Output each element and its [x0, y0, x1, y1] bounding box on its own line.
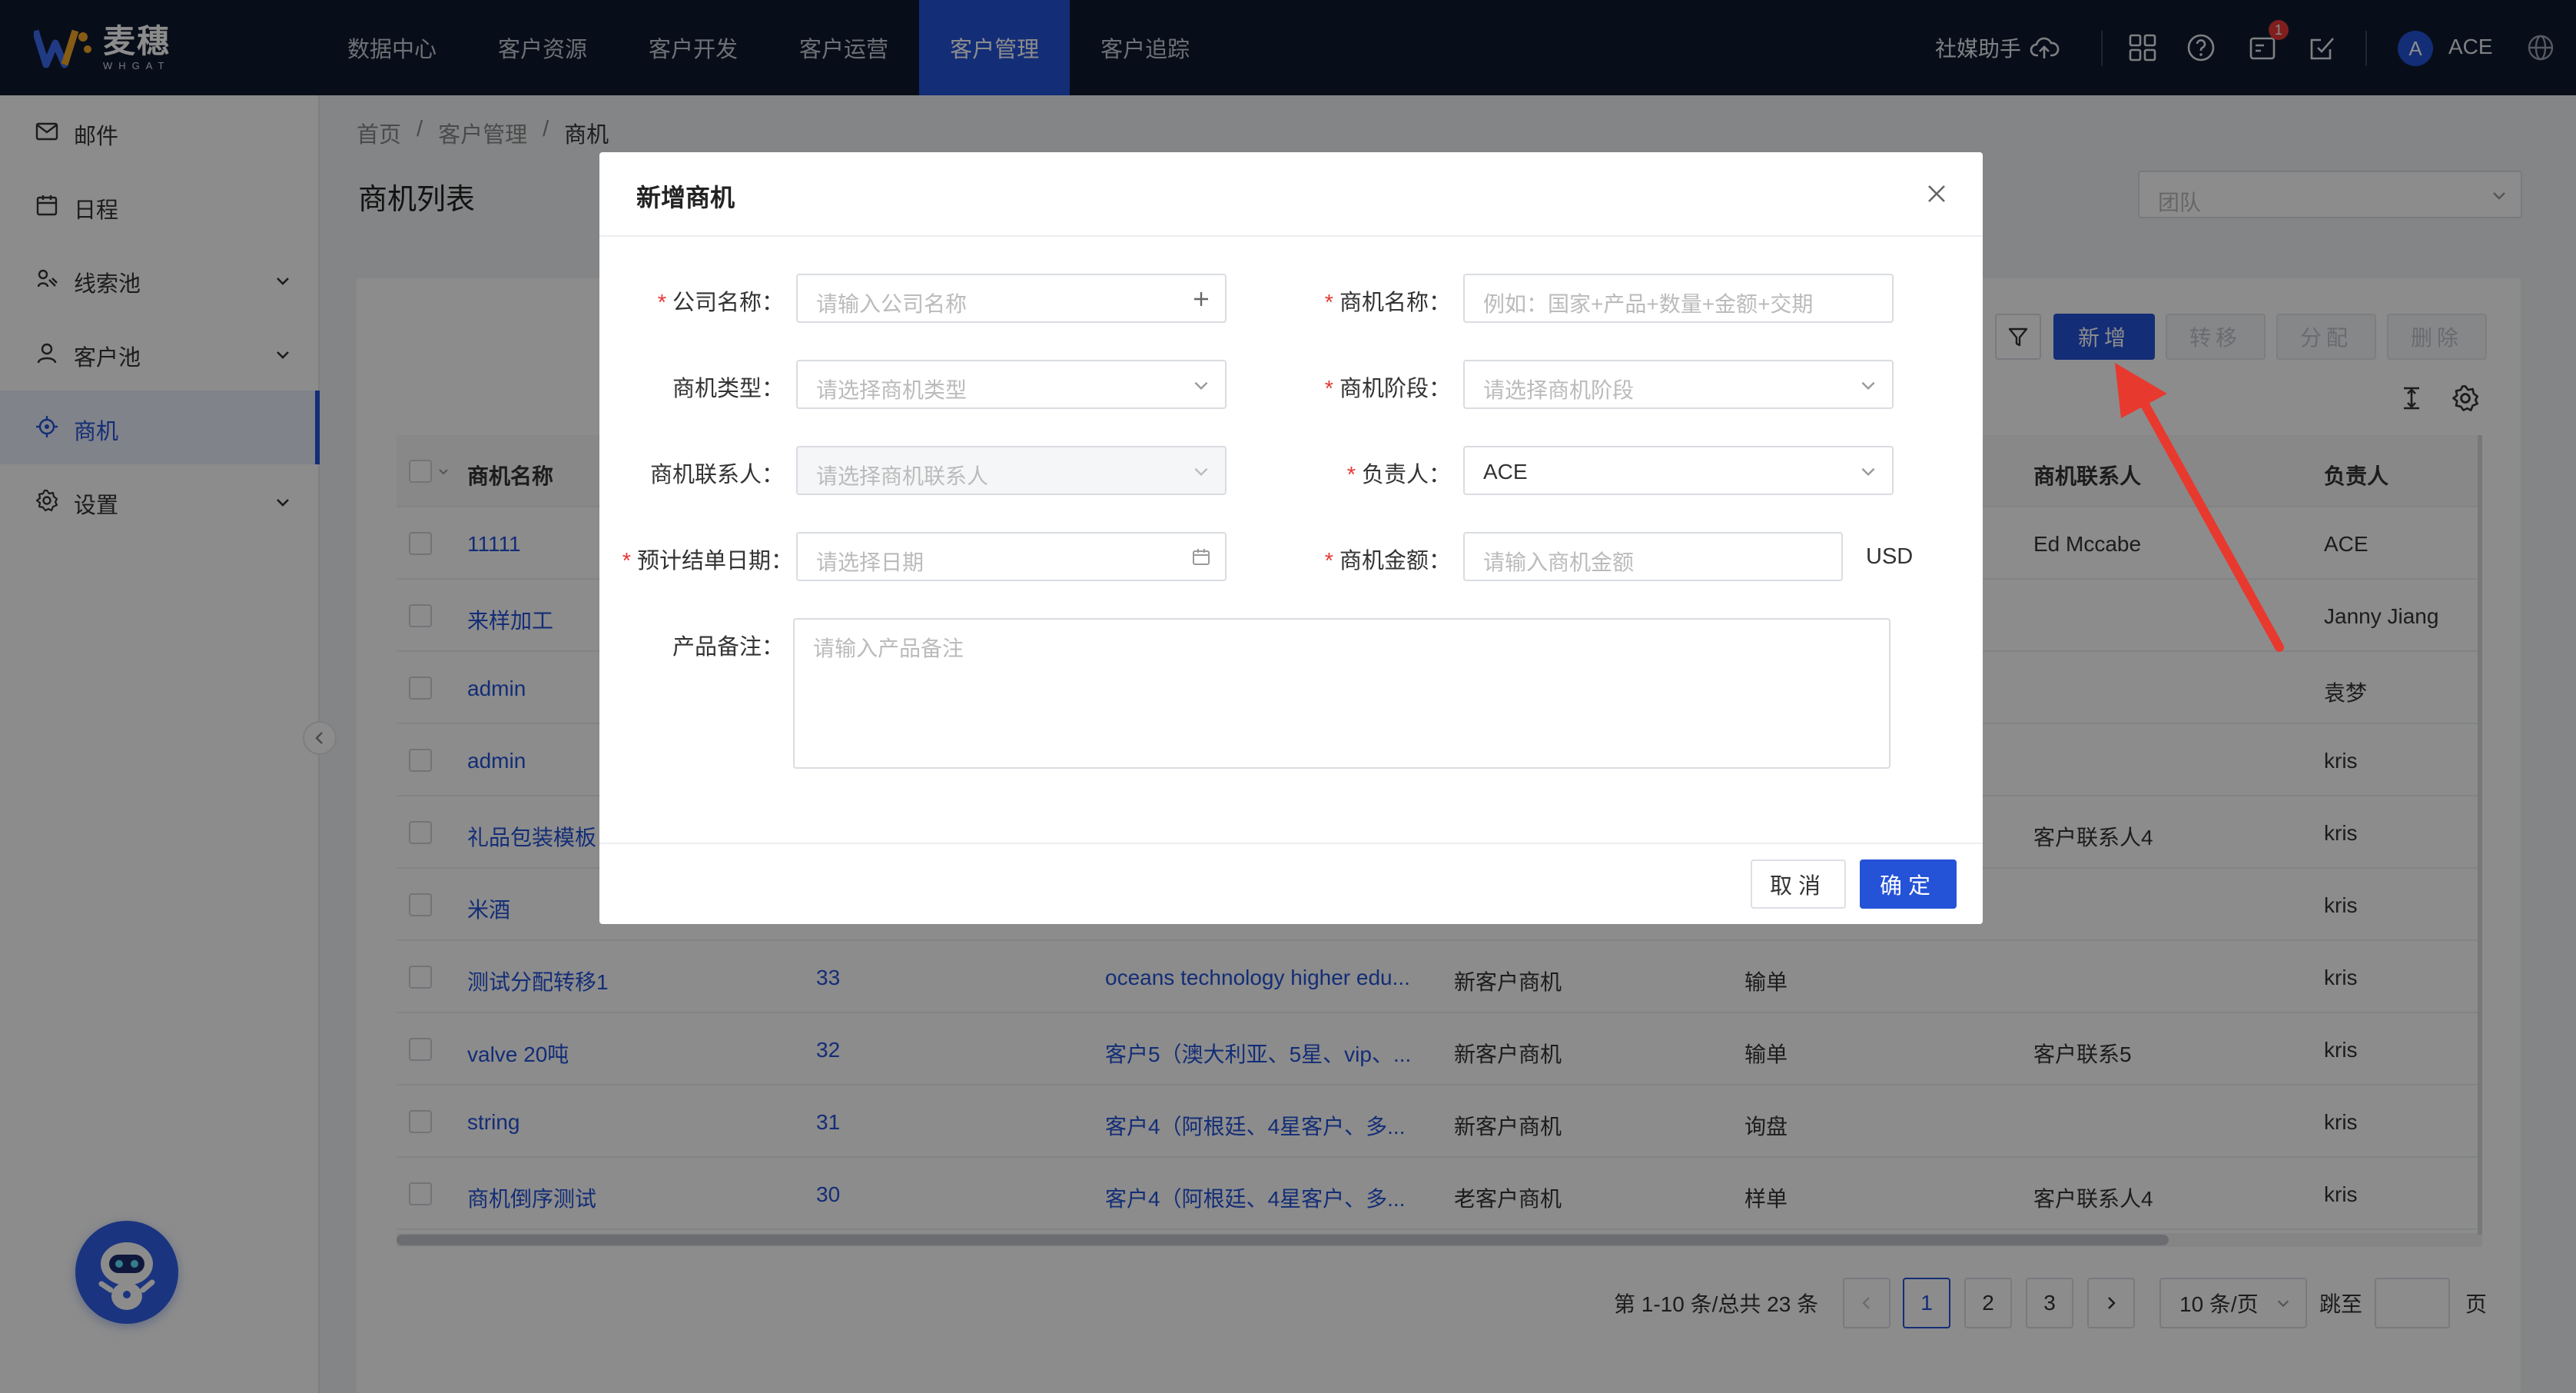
chevron-down-icon	[1194, 381, 1208, 391]
currency-label: USD	[1866, 544, 1914, 569]
chevron-down-icon	[1861, 467, 1875, 477]
opportunity-contact-label: 商机联系人：	[649, 463, 784, 487]
cancel-button[interactable]: 取消	[1751, 859, 1846, 909]
expected-close-date-picker[interactable]: 请选择日期	[796, 532, 1227, 581]
opportunity-type-label: 商机类型：	[672, 377, 784, 401]
confirm-button[interactable]: 确定	[1860, 859, 1957, 909]
opportunity-name-label: * 商机名称：	[1324, 291, 1451, 315]
chevron-down-icon	[1861, 381, 1875, 391]
owner-label: * 负责人：	[1346, 463, 1451, 487]
chevron-down-icon	[1194, 467, 1208, 477]
close-icon[interactable]	[1923, 180, 1950, 208]
expected-close-date-label: * 预计结单日期：	[622, 549, 793, 573]
opportunity-stage-select[interactable]: 请选择商机阶段	[1463, 360, 1894, 409]
product-notes-textarea[interactable]: 请输入产品备注	[793, 618, 1891, 769]
add-opportunity-modal: 新增商机 * 公司名称： 请输入公司名称 * 商机名称： 例如：国家+产品+数量+金…	[599, 152, 1983, 924]
annotation-arrow	[2115, 363, 2284, 652]
opportunity-stage-label: * 商机阶段：	[1324, 377, 1451, 401]
opportunity-type-select[interactable]: 请选择商机类型	[796, 360, 1227, 409]
modal-title: 新增商机	[636, 184, 735, 211]
opportunity-amount-label: * 商机金额：	[1324, 549, 1451, 573]
product-notes-label: 产品备注：	[672, 635, 784, 660]
opportunity-name-input[interactable]: 例如：国家+产品+数量+金额+交期	[1463, 274, 1894, 323]
company-name-label: * 公司名称：	[657, 291, 784, 315]
opportunity-contact-select[interactable]: 请选择商机联系人	[796, 446, 1227, 495]
plus-icon[interactable]	[1191, 289, 1211, 309]
calendar-icon	[1193, 549, 1210, 565]
company-name-input[interactable]: 请输入公司名称	[796, 274, 1227, 323]
owner-select[interactable]: ACE	[1463, 446, 1894, 495]
opportunity-amount-input[interactable]: 请输入商机金额	[1463, 532, 1843, 581]
